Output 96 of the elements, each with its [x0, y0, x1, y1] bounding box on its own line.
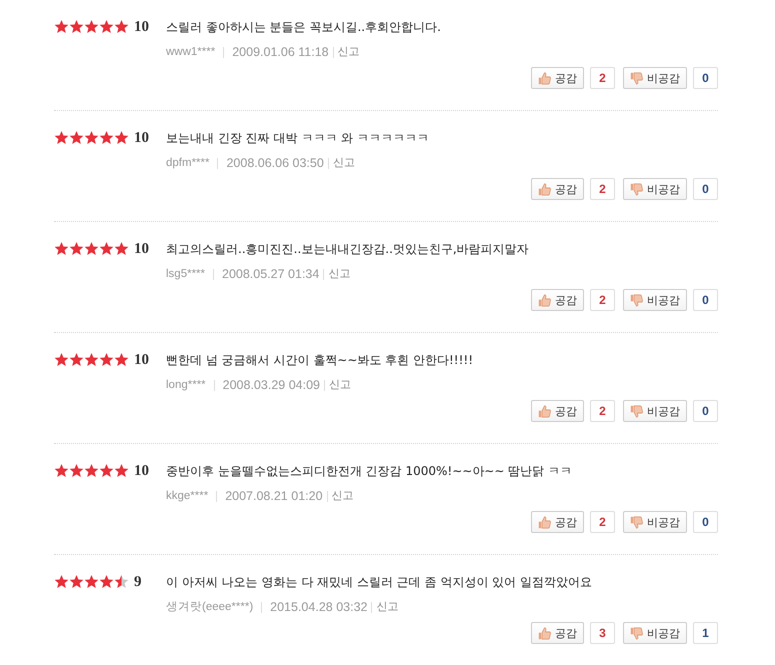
- thumbs-down-icon: [630, 294, 643, 306]
- like-button[interactable]: 공감: [531, 622, 584, 644]
- score: 10: [134, 240, 149, 259]
- dislike-count: 1: [693, 622, 718, 644]
- review-text: 뻔한데 넘 궁금해서 시간이 훌쩍~~봐도 후횐 안한다!!!!!: [166, 352, 474, 369]
- dislike-count: 0: [693, 178, 718, 200]
- dislike-count: 0: [693, 67, 718, 89]
- star-icon: [114, 241, 129, 256]
- dislike-button[interactable]: 비공감: [623, 289, 687, 311]
- star-icon: [54, 352, 69, 367]
- star-icon: [114, 19, 129, 34]
- star-icon: [84, 463, 99, 478]
- thumbs-up-icon: [538, 516, 551, 528]
- date: 2007.08.21 01:20: [225, 488, 323, 504]
- star-icon: [99, 19, 114, 34]
- star-icon: [69, 352, 84, 367]
- star-icon: [99, 463, 114, 478]
- star-icon: [54, 574, 69, 589]
- star-icon: [84, 574, 99, 589]
- star-icon: [114, 463, 129, 478]
- report-link[interactable]: 신고: [338, 44, 360, 60]
- score: 10: [134, 18, 149, 37]
- star-icon: [99, 241, 114, 256]
- star-icon: [114, 130, 129, 145]
- star-icon: [84, 241, 99, 256]
- author: dpfm****: [166, 156, 210, 171]
- like-count: 2: [590, 511, 615, 533]
- like-count: 2: [590, 289, 615, 311]
- star-icon: [69, 19, 84, 34]
- star-icon: [84, 352, 99, 367]
- dislike-button[interactable]: 비공감: [623, 622, 687, 644]
- report-link[interactable]: 신고: [332, 155, 355, 171]
- like-button[interactable]: 공감: [531, 289, 584, 311]
- like-count: 2: [590, 67, 615, 89]
- thumbs-up-icon: [538, 294, 551, 306]
- date: 2008.03.29 04:09: [222, 377, 320, 393]
- report-link[interactable]: 신고: [328, 266, 350, 282]
- thumbs-down-icon: [630, 72, 643, 84]
- date: 2008.05.27 01:34: [222, 266, 320, 282]
- review-text: 보는내내 긴장 진짜 대박 ㅋㅋㅋ 와 ㅋㅋㅋㅋㅋㅋ: [166, 130, 430, 147]
- date: 2009.01.06 11:18: [232, 44, 329, 60]
- author: 생겨랏(eeee****): [166, 600, 254, 615]
- dislike-button[interactable]: 비공감: [623, 178, 687, 200]
- thumbs-up-icon: [538, 626, 551, 640]
- star-icon: [69, 241, 84, 256]
- star-icon: [99, 352, 114, 367]
- dislike-count: 0: [693, 400, 718, 422]
- dislike-button[interactable]: 비공감: [623, 67, 687, 89]
- star-icon: [69, 463, 84, 478]
- star-icon: [99, 574, 114, 589]
- date: 2008.06.06 03:50: [226, 155, 324, 171]
- star-icon: [69, 130, 84, 145]
- star-icon: [114, 574, 129, 589]
- like-count: 2: [590, 178, 615, 200]
- thumbs-down-icon: [630, 182, 643, 196]
- star-icon: [69, 574, 84, 589]
- author: long****: [166, 378, 206, 393]
- review-text: 중반이후 눈을뗄수없는스피디한전개 긴장감 1000%!~~아~~ 땀난닭 ㅋㅋ: [166, 463, 574, 480]
- score: 10: [134, 462, 149, 481]
- like-count: 2: [590, 400, 615, 422]
- review-text: 이 아저씨 나오는 영화는 다 재밌네 스릴러 근데 좀 억지성이 있어 일점깍았어요: [166, 574, 593, 591]
- review-text: 스릴러 좋아하시는 분들은 꼭보시길..후회안합니다.: [166, 19, 442, 36]
- star-icon: [54, 241, 69, 256]
- star-icon: [54, 130, 69, 145]
- score: 10: [134, 129, 149, 148]
- author: lsg5****: [166, 267, 205, 282]
- thumbs-down-icon: [630, 404, 643, 418]
- score: 9: [134, 573, 142, 592]
- star-icon: [114, 352, 129, 367]
- dislike-count: 0: [693, 511, 718, 533]
- thumbs-down-icon: [630, 626, 643, 640]
- dislike-button[interactable]: 비공감: [623, 511, 687, 533]
- like-button[interactable]: 공감: [531, 67, 584, 89]
- star-icon: [84, 19, 99, 34]
- star-icon: [54, 463, 69, 478]
- date: 2015.04.28 03:32: [270, 599, 368, 615]
- thumbs-up-icon: [538, 404, 551, 418]
- dislike-count: 0: [693, 289, 718, 311]
- author: kkge****: [166, 489, 208, 504]
- thumbs-up-icon: [538, 182, 551, 196]
- report-link[interactable]: 신고: [376, 599, 398, 615]
- dislike-button[interactable]: 비공감: [623, 400, 687, 422]
- thumbs-up-icon: [538, 72, 551, 84]
- thumbs-down-icon: [630, 516, 643, 528]
- star-icon: [99, 130, 114, 145]
- like-button[interactable]: 공감: [531, 400, 584, 422]
- author: www1****: [166, 45, 216, 60]
- review-text: 최고의스릴러..흥미진진..보는내내긴장감..멋있는친구,바람피지말자: [166, 241, 530, 258]
- star-icon: [54, 19, 69, 34]
- report-link[interactable]: 신고: [332, 488, 354, 504]
- report-link[interactable]: 신고: [328, 377, 351, 393]
- like-button[interactable]: 공감: [531, 178, 584, 200]
- like-count: 3: [590, 622, 615, 644]
- like-button[interactable]: 공감: [531, 511, 584, 533]
- star-icon: [84, 130, 99, 145]
- score: 10: [134, 351, 149, 370]
